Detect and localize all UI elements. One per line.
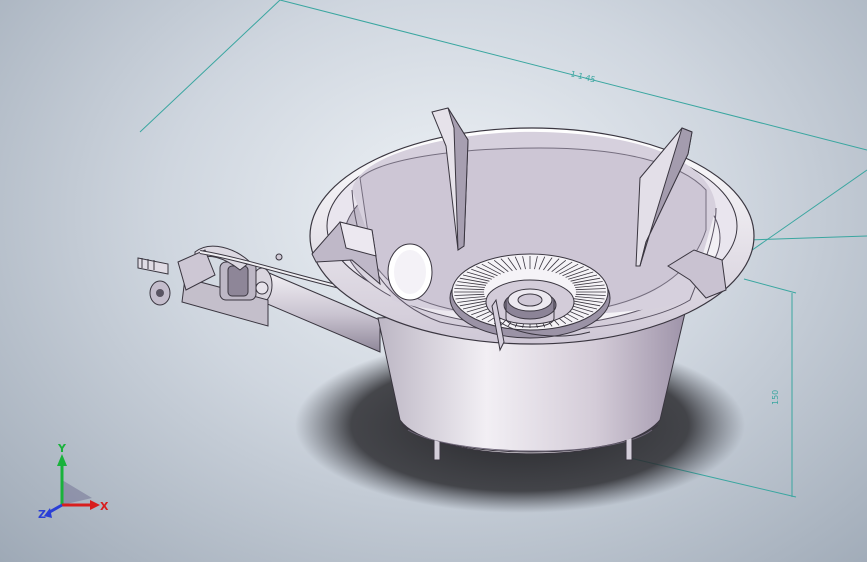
graphics-viewport[interactable]: 1 1 45 150 Y X Z [0, 0, 867, 562]
height-dimension: 150 [771, 390, 780, 405]
z-axis-label: Z [38, 508, 46, 521]
top-width-dimension: 1 1 45 [569, 69, 596, 84]
model-view[interactable]: 1 1 45 150 Y X Z [0, 0, 867, 562]
x-axis-label: X [100, 500, 109, 513]
y-axis-label: Y [57, 442, 67, 455]
burner-head [449, 253, 611, 339]
coordinate-triad: Y X Z [38, 442, 109, 521]
